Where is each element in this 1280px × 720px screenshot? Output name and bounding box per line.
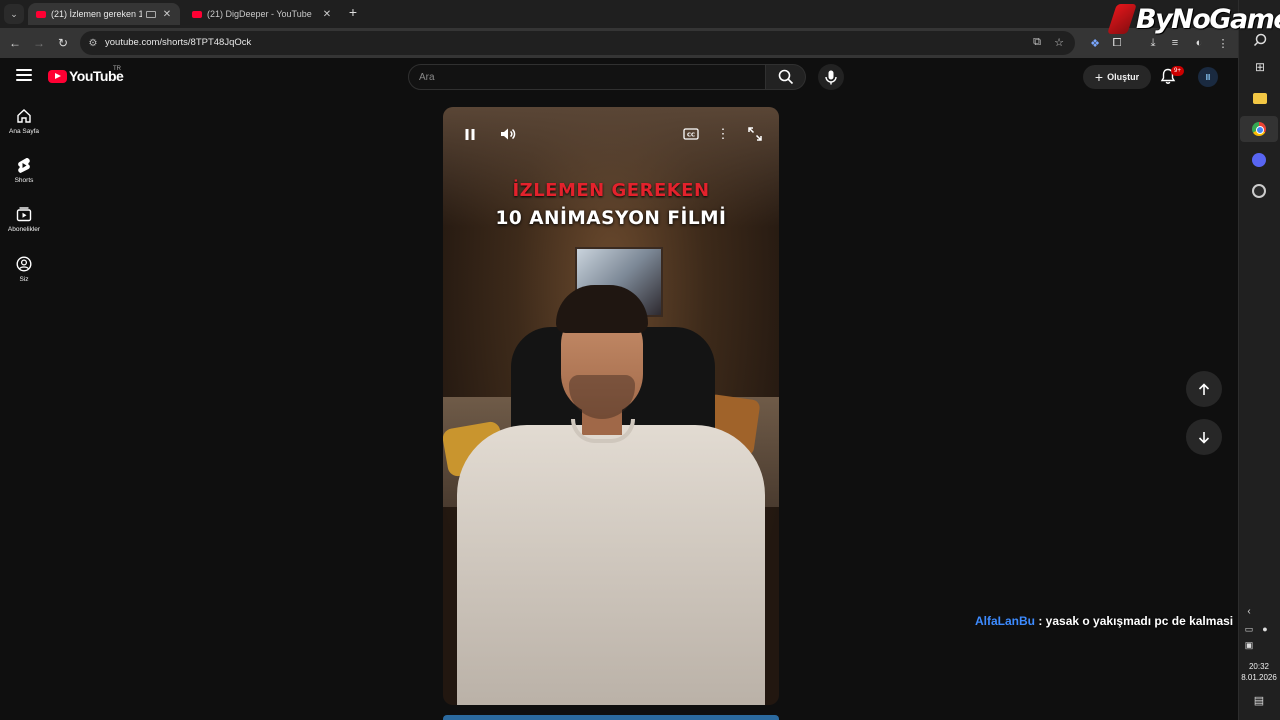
home-icon — [17, 109, 31, 123]
search-placeholder: Ara — [419, 72, 435, 83]
tab-title: (21) İzlemen gereken 10 an — [51, 9, 142, 19]
tab-digdeeper[interactable]: (21) DigDeeper - YouTube ✕ — [184, 3, 340, 25]
captions-icon: CC — [683, 128, 699, 140]
previous-short-button[interactable] — [1186, 371, 1222, 407]
shorts-video-player[interactable]: İZLEMEN GEREKEN 10 ANİMASYON FİLMİ CC ⋮ — [443, 107, 779, 705]
search-icon — [778, 69, 793, 85]
chevron-up-icon[interactable]: ‹ — [1240, 602, 1258, 620]
guide-item-subscriptions[interactable]: Abonelikler — [0, 206, 48, 233]
file-explorer-icon[interactable] — [1251, 89, 1269, 107]
obs-icon[interactable] — [1250, 182, 1268, 200]
address-bar[interactable]: ⚙ youtube.com/shorts/8TPT48JqOck ⧉ ☆ — [80, 31, 1075, 55]
stream-chat-message: AlfaLanBu : yasak o yakışmadı pc de kalm… — [975, 614, 1233, 628]
notification-badge: 9+ — [1171, 66, 1184, 76]
guide-item-you[interactable]: Siz — [0, 256, 48, 283]
guide-label: Siz — [19, 276, 29, 283]
voice-search-button[interactable] — [818, 64, 844, 90]
more-options-button[interactable]: ⋮ — [712, 123, 734, 145]
discord-icon[interactable] — [1250, 151, 1268, 169]
create-button[interactable]: + Oluştur — [1083, 65, 1151, 89]
search-button[interactable] — [766, 64, 806, 90]
volume-button[interactable] — [497, 123, 519, 145]
subscriptions-icon — [16, 207, 32, 222]
notification-center-icon[interactable]: ▤ — [1250, 691, 1268, 709]
captions-button[interactable]: CC — [680, 123, 702, 145]
clock-time: 20:32 — [1248, 662, 1270, 671]
reload-button[interactable]: ↻ — [54, 34, 72, 52]
back-button[interactable]: ← — [6, 34, 24, 52]
avatar[interactable]: II — [1198, 67, 1218, 87]
svg-text:CC: CC — [687, 133, 695, 139]
tab-shorts-video[interactable]: (21) İzlemen gereken 10 an ✕ — [28, 3, 180, 25]
watermark-text: ByNoGame — [1136, 3, 1280, 35]
plus-icon: + — [1094, 69, 1104, 85]
microphone-tray-icon[interactable]: ● — [1256, 620, 1274, 638]
stream-watermark: ByNoGame — [1107, 1, 1280, 37]
browser-toolbar: ← → ↻ ⚙ youtube.com/shorts/8TPT48JqOck ⧉… — [0, 28, 1238, 58]
arrow-up-icon — [1198, 382, 1210, 395]
pause-button[interactable] — [459, 123, 481, 145]
search-input[interactable]: Ara — [408, 64, 766, 90]
clock-date: 8.01.2026 — [1241, 673, 1277, 682]
video-title-line2: 10 ANİMASYON FİLMİ — [495, 208, 727, 229]
youtube-play-icon — [48, 69, 67, 83]
video-frame — [457, 425, 765, 705]
install-app-icon[interactable]: ⧉ — [1030, 36, 1044, 49]
expand-icon — [748, 127, 762, 141]
region-code: TR — [113, 66, 121, 72]
bookmark-star-icon[interactable]: ☆ — [1052, 36, 1066, 49]
video-title-line1: İZLEMEN GEREKEN — [512, 180, 710, 201]
url-text: youtube.com/shorts/8TPT48JqOck — [105, 37, 252, 48]
guide-label: Shorts — [14, 177, 34, 184]
forward-button[interactable]: → — [30, 34, 48, 52]
next-short-button[interactable] — [1186, 419, 1222, 455]
next-short-preview — [443, 715, 779, 720]
chrome-icon[interactable] — [1250, 120, 1268, 138]
tab-title: (21) DigDeeper - YouTube — [207, 9, 312, 19]
kebab-menu-icon: ⋮ — [716, 126, 730, 141]
tab-search-button[interactable]: ⌄ — [4, 4, 24, 24]
microphone-icon — [825, 70, 837, 84]
display-icon[interactable]: ▣ — [1240, 636, 1258, 654]
youtube-header: YouTube TR Ara + Oluştur 9+ II — [0, 58, 1238, 96]
fullscreen-button[interactable] — [744, 123, 766, 145]
chat-text: : yasak o yakışmadı pc de kalmasi — [1038, 614, 1234, 628]
youtube-favicon-icon — [36, 10, 46, 18]
menu-icon[interactable] — [16, 69, 32, 81]
guide-label: Abonelikler — [7, 226, 41, 233]
new-tab-button[interactable]: + — [344, 4, 362, 20]
site-info-icon[interactable]: ⚙ — [86, 36, 100, 50]
arrow-down-icon — [1198, 431, 1210, 444]
taskbar-clock[interactable]: 20:32 8.01.2026 — [1238, 661, 1280, 683]
create-label: Oluştur — [1107, 72, 1140, 82]
chat-username: AlfaLanBu — [975, 614, 1035, 628]
cast-icon — [146, 10, 156, 18]
close-tab-icon[interactable]: ✕ — [322, 9, 332, 20]
volume-icon — [501, 128, 516, 140]
youtube-favicon-icon — [192, 10, 202, 18]
guide-item-shorts[interactable]: Shorts — [0, 157, 48, 184]
extension-icon[interactable]: ❖ — [1086, 34, 1104, 52]
guide-label: Ana Sayfa — [9, 128, 39, 135]
browser-tab-strip: ⌄ (21) İzlemen gereken 10 an ✕ (21) DigD… — [0, 0, 1238, 28]
guide-item-home[interactable]: Ana Sayfa — [0, 108, 48, 135]
close-tab-icon[interactable]: ✕ — [162, 9, 172, 20]
shorts-icon — [18, 158, 30, 173]
pause-icon — [465, 128, 475, 140]
you-icon — [16, 256, 32, 272]
task-view-icon[interactable]: ⊞ — [1251, 58, 1269, 76]
watermark-logo-icon — [1107, 4, 1137, 34]
